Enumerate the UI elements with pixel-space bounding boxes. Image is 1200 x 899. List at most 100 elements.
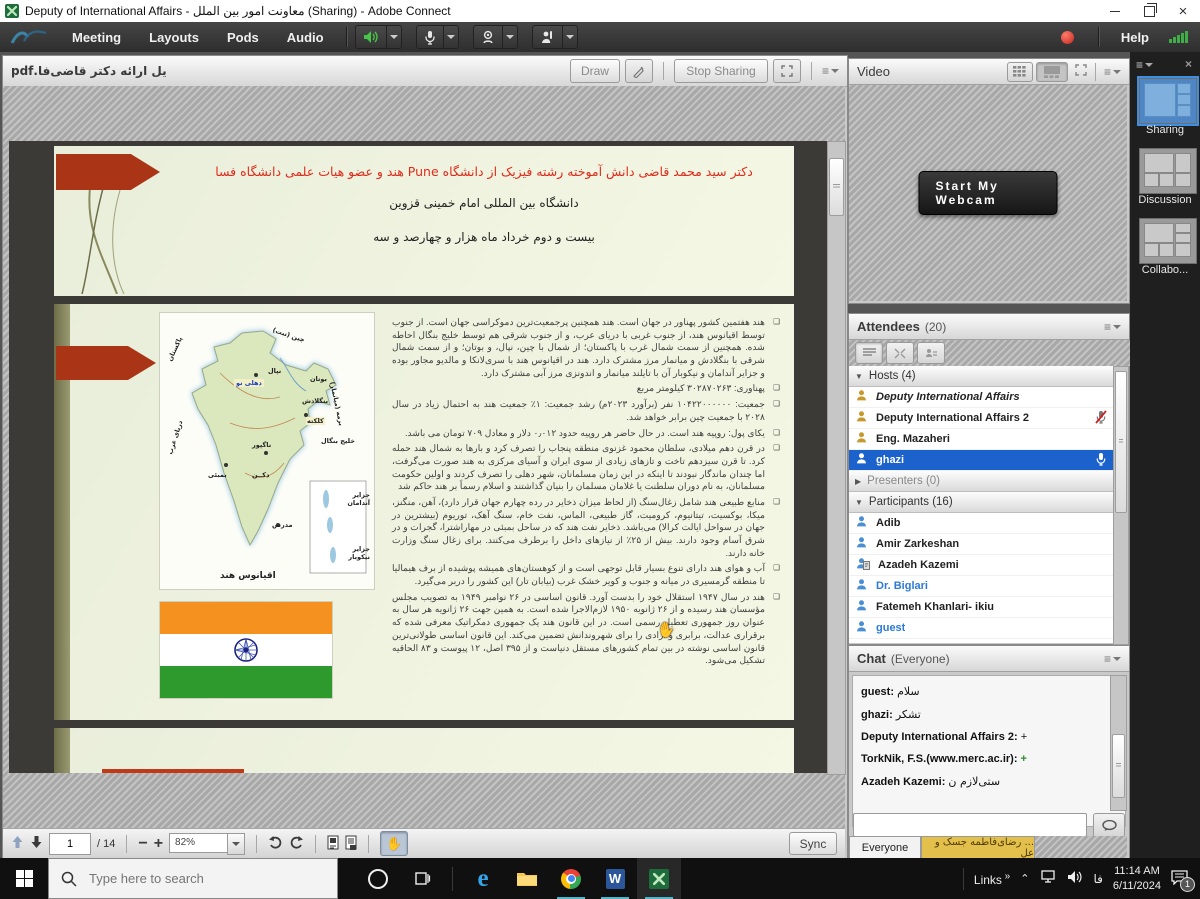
prev-page-button[interactable] [11,835,24,852]
adobe-connect-taskbar-button[interactable] [637,858,681,899]
zoom-dropdown[interactable] [227,833,245,855]
attendee-row[interactable]: guest [849,618,1113,639]
file-explorer-button[interactable] [505,858,549,899]
attendee-name: Amir Zarkeshan [876,538,959,550]
taskbar-search[interactable] [48,858,338,899]
attendee-status-view-button[interactable] [917,342,945,364]
chat-send-button[interactable] [1093,813,1125,838]
next-page-button[interactable] [30,835,43,852]
webcam-dropdown[interactable] [503,25,518,49]
close-button[interactable]: × [1166,0,1200,22]
tray-expand-button[interactable]: ⌃ [1020,872,1029,885]
menu-layouts[interactable]: Layouts [135,30,213,45]
video-grid-view-button[interactable] [1007,62,1033,82]
layout-bar-close-icon[interactable]: × [1185,57,1192,71]
layout-collaboration-label[interactable]: Collabo... [1130,264,1200,276]
document-scrollbar-thumb[interactable] [829,158,844,216]
speaker-dropdown[interactable] [387,25,402,49]
links-toolbar[interactable]: Links » [974,871,1010,887]
attendee-row[interactable]: Adib [849,513,1113,534]
connection-status-icon[interactable] [1169,31,1188,43]
layout-sharing-label[interactable]: Sharing [1130,124,1200,136]
speaker-button[interactable] [355,25,387,49]
cortana-button[interactable] [356,858,400,899]
fit-width-button[interactable] [345,835,357,853]
raise-hand-dropdown[interactable] [563,25,578,49]
word-button[interactable]: W [593,858,637,899]
layout-discussion-label[interactable]: Discussion [1130,194,1200,206]
task-view-button[interactable] [400,858,444,899]
video-pod-menu-button[interactable]: ≡ [1104,65,1121,79]
network-icon[interactable] [1039,870,1057,887]
chat-tab-everyone[interactable]: Everyone [849,836,921,859]
attendee-row[interactable]: Azadeh Kazemi [849,555,1113,576]
attendee-row[interactable]: Fatemeh Khanlari- ikiu [849,597,1113,618]
page-number-input[interactable] [49,833,91,855]
rotate-right-button[interactable] [289,836,304,852]
webcam-button[interactable] [473,25,503,49]
language-indicator[interactable]: فا [1093,872,1102,886]
clock[interactable]: 11:14 AM 6/11/2024 [1113,864,1161,893]
fullscreen-button[interactable] [773,59,801,83]
attendee-group-header[interactable]: ▶Presenters (0) [849,471,1113,492]
microphone-button[interactable] [416,25,444,49]
menu-audio[interactable]: Audio [273,30,338,45]
raise-hand-button[interactable] [532,25,563,49]
stop-sharing-button[interactable]: Stop Sharing [674,59,768,83]
menu-meeting[interactable]: Meeting [58,30,135,45]
attendee-row[interactable]: Eng. Mazaheri [849,429,1113,450]
video-fullscreen-button[interactable] [1075,64,1087,79]
menu-pods[interactable]: Pods [213,30,273,45]
layout-sharing-thumbnail[interactable] [1139,78,1197,124]
menu-help[interactable]: Help [1107,30,1163,45]
attendee-group-header[interactable]: ▼Hosts (4) [849,366,1113,387]
pointer-tool-button[interactable] [625,59,653,83]
chrome-button[interactable] [549,858,593,899]
attendees-scrollbar-thumb[interactable] [1115,371,1127,513]
draw-button[interactable]: Draw [570,59,620,83]
layout-collaboration-thumbnail[interactable] [1139,218,1197,264]
microphone-muted-icon[interactable] [1095,410,1107,427]
volume-icon[interactable] [1067,870,1083,887]
layout-discussion-thumbnail[interactable] [1139,148,1197,194]
attendee-group-header[interactable]: ▼Participants (16) [849,492,1113,513]
attendee-row[interactable]: Deputy International Affairs [849,387,1113,408]
start-webcam-button[interactable]: Start My Webcam [919,171,1058,215]
attendees-scrollbar[interactable] [1113,366,1129,645]
zoom-in-button[interactable]: + [154,835,163,853]
zoom-out-button[interactable]: − [138,835,147,853]
hand-tool-button[interactable]: ✋ [380,831,408,856]
minimize-button[interactable] [1098,0,1132,22]
sync-button[interactable]: Sync [789,832,837,855]
chat-scrollbar[interactable] [1110,675,1127,811]
attendee-row[interactable]: Dr. Biglari [849,576,1113,597]
video-filmstrip-view-button[interactable] [1036,62,1068,82]
start-button[interactable] [0,858,48,899]
chat-pod-menu-button[interactable]: ≡ [1104,652,1121,666]
notification-center-button[interactable]: 1 [1171,870,1188,888]
share-pod-menu-button[interactable]: ≡ [822,64,839,78]
slide-1: دکتر سید محمد قاضی دانش آموخته رشته فیزی… [54,146,794,296]
attendee-list-view-button[interactable] [855,342,883,364]
chat-tab-private[interactable]: ... رضای‌فاطمه جسک و عل [921,836,1035,859]
attendee-row[interactable]: ghazi [849,450,1113,471]
document-scrollbar[interactable] [827,141,846,775]
zoom-level-value[interactable]: 82% [169,833,227,853]
edge-button[interactable]: e [461,858,505,899]
chat-scrollbar-thumb[interactable] [1112,734,1125,798]
chat-input[interactable] [853,813,1087,837]
attendee-row[interactable]: Deputy International Affairs 2 [849,408,1113,429]
attendee-breakout-button[interactable] [886,342,914,364]
recording-indicator[interactable] [1061,31,1074,44]
attendee-row[interactable]: Amir Zarkeshan [849,534,1113,555]
search-input[interactable] [87,870,321,887]
adobe-connect-logo [0,27,58,47]
microphone-dropdown[interactable] [444,25,459,49]
fit-page-button[interactable] [327,835,339,853]
microphone-on-icon[interactable] [1095,452,1107,469]
layout-bar-menu-button[interactable]: ≡ [1136,58,1153,72]
document-area[interactable]: دکتر سید محمد قاضی دانش آموخته رشته فیزی… [9,141,827,773]
rotate-left-button[interactable] [268,836,283,852]
restore-button[interactable] [1132,0,1166,22]
attendees-pod-menu-button[interactable]: ≡ [1104,320,1121,334]
